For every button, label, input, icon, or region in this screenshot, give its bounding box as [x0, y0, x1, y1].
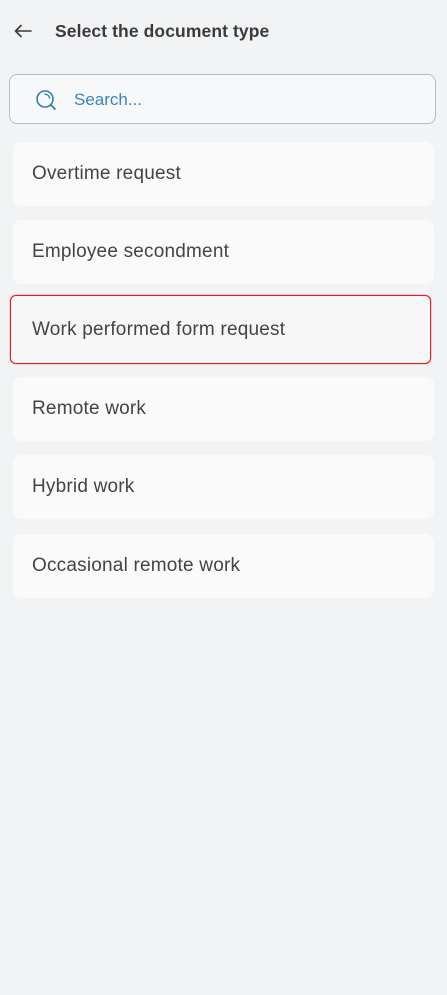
list-item-label: Remote work — [32, 398, 147, 419]
list-item-employee-secondment[interactable]: Employee secondment — [13, 220, 434, 284]
search-box[interactable] — [9, 74, 436, 124]
list-item-remote-work[interactable]: Remote work — [13, 377, 434, 441]
list-item-label: Hybrid work — [32, 476, 135, 497]
list-item-work-performed-form-request[interactable]: Work performed form request — [10, 295, 431, 364]
app-header: Select the document type — [0, 0, 447, 62]
list-item-hybrid-work[interactable]: Hybrid work — [13, 455, 434, 519]
list-item-label: Work performed form request — [32, 318, 286, 340]
list-item-label: Overtime request — [32, 163, 181, 184]
back-button[interactable] — [13, 20, 33, 42]
page-title: Select the document type — [55, 21, 270, 41]
list-item-occasional-remote-work[interactable]: Occasional remote work — [13, 534, 434, 598]
list-item-label: Employee secondment — [32, 241, 230, 262]
search-input[interactable] — [74, 86, 414, 114]
search-icon — [36, 90, 56, 110]
arrow-left-icon — [14, 24, 32, 38]
list-item-overtime-request[interactable]: Overtime request — [13, 142, 434, 206]
list-item-label: Occasional remote work — [32, 555, 241, 576]
